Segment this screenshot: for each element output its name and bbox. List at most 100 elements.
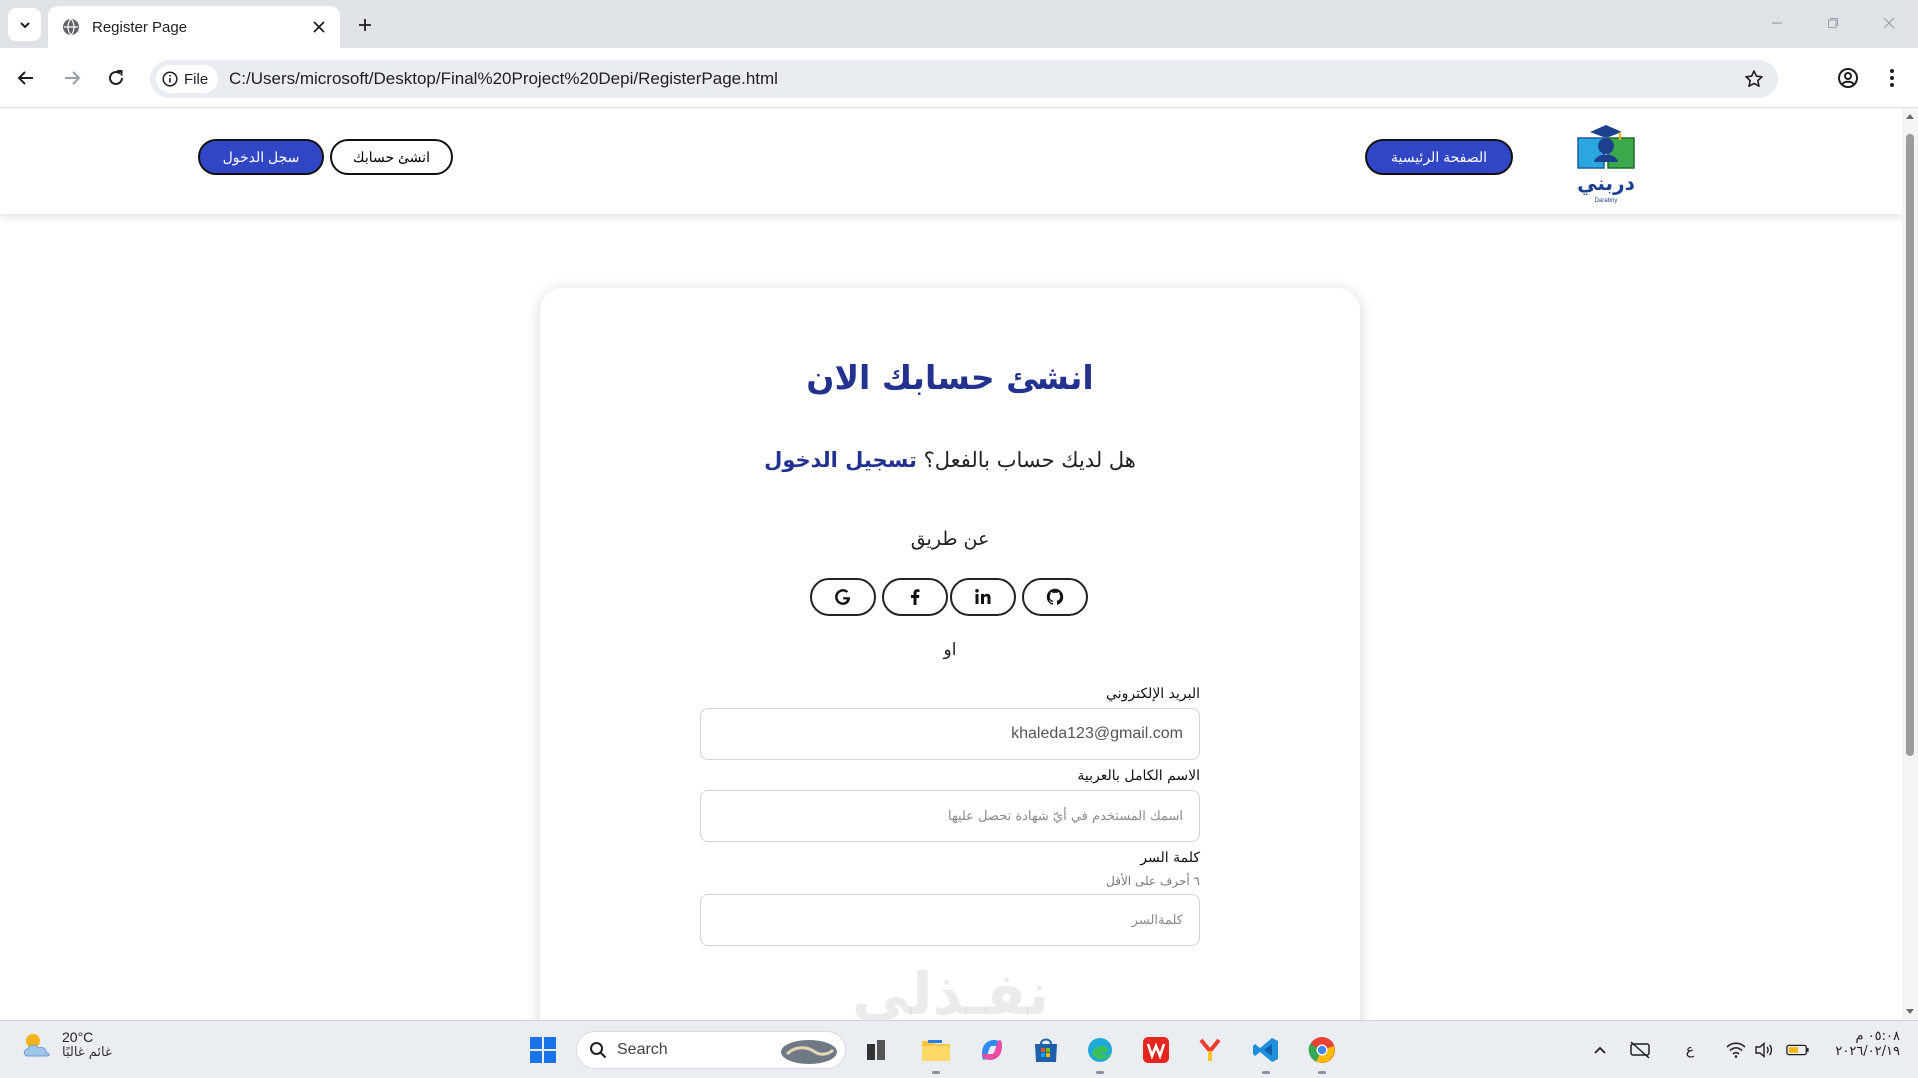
page-viewport: سجل الدخول انشئ حسابك الصفحة الرئيسية در… bbox=[0, 108, 1902, 1020]
site-header: سجل الدخول انشئ حسابك الصفحة الرئيسية در… bbox=[0, 108, 1902, 214]
register-card: انشئ حسابك الان هل لديك حساب بالفعل؟ تسج… bbox=[540, 288, 1360, 1020]
running-indicator bbox=[1318, 1071, 1326, 1074]
tray-battery[interactable] bbox=[1786, 1038, 1810, 1062]
taskbar-game-widget[interactable] bbox=[860, 1032, 896, 1068]
wifi-icon bbox=[1726, 1042, 1746, 1058]
profile-icon bbox=[1838, 68, 1858, 88]
create-account-button[interactable]: انشئ حسابك bbox=[330, 139, 453, 175]
facebook-login-button[interactable] bbox=[882, 578, 948, 616]
vscode-icon bbox=[1253, 1038, 1278, 1062]
forward-arrow-icon bbox=[65, 71, 81, 85]
taskbar-vscode[interactable] bbox=[1248, 1032, 1284, 1074]
google-login-button[interactable] bbox=[810, 578, 876, 616]
browser-tab[interactable]: Register Page bbox=[48, 6, 340, 48]
login-prompt-text: هل لديك حساب بالفعل؟ bbox=[923, 448, 1136, 472]
start-button[interactable] bbox=[525, 1032, 561, 1068]
close-icon bbox=[1883, 17, 1895, 29]
tab-search-button[interactable] bbox=[8, 8, 41, 41]
password-placeholder: كلمةالسر bbox=[1131, 912, 1183, 928]
scroll-down-icon bbox=[1906, 1009, 1914, 1014]
taskbar-chrome[interactable] bbox=[1304, 1032, 1340, 1074]
profile-button[interactable] bbox=[1832, 62, 1864, 94]
password-field[interactable]: كلمةالسر bbox=[700, 894, 1200, 946]
taskbar-wps-office[interactable] bbox=[1138, 1032, 1174, 1068]
fullname-placeholder: اسمك المستخدم في أيّ شهادة تحصل عليها bbox=[948, 808, 1183, 824]
social-login-buttons bbox=[810, 578, 1090, 616]
email-field[interactable]: khaleda123@gmail.com bbox=[700, 708, 1200, 760]
taskbar-edge[interactable] bbox=[1082, 1032, 1118, 1074]
chevron-down-icon bbox=[19, 21, 30, 28]
linkedin-icon bbox=[975, 589, 991, 604]
github-login-button[interactable] bbox=[1022, 578, 1088, 616]
info-icon bbox=[162, 71, 178, 87]
page-scrollbar[interactable] bbox=[1902, 108, 1918, 1020]
chrome-icon bbox=[1308, 1037, 1335, 1063]
clock-time: ٠٥:٠٨ م bbox=[1855, 1029, 1901, 1044]
windows-logo-icon bbox=[530, 1037, 556, 1063]
site-logo[interactable]: دربني Darabny bbox=[1570, 118, 1642, 206]
reload-icon bbox=[109, 70, 123, 85]
linkedin-login-button[interactable] bbox=[950, 578, 1016, 616]
via-label: عن طريق bbox=[910, 528, 990, 550]
bookmark-button[interactable] bbox=[1742, 67, 1766, 91]
globe-icon bbox=[63, 18, 79, 36]
home-button[interactable]: الصفحة الرئيسية bbox=[1365, 139, 1513, 175]
login-prompt: هل لديك حساب بالفعل؟ تسجيل الدخول bbox=[540, 448, 1360, 472]
forward-button[interactable] bbox=[56, 62, 88, 94]
tray-wifi[interactable] bbox=[1724, 1038, 1748, 1062]
or-divider: او bbox=[943, 640, 957, 660]
login-button[interactable]: سجل الدخول bbox=[198, 139, 324, 175]
game-widget-icon bbox=[867, 1040, 885, 1060]
password-hint: ٦ أحرف على الأقل bbox=[1106, 874, 1200, 888]
fullname-field[interactable]: اسمك المستخدم في أيّ شهادة تحصل عليها bbox=[700, 790, 1200, 842]
scroll-up-icon bbox=[1906, 114, 1914, 119]
search-icon bbox=[590, 1042, 607, 1059]
browser-menu-button[interactable] bbox=[1876, 62, 1908, 94]
language-indicator[interactable]: ع bbox=[1678, 1038, 1702, 1062]
search-label: Search bbox=[617, 1041, 668, 1058]
window-close-button[interactable] bbox=[1864, 6, 1914, 40]
logo-subtext: Darabny bbox=[1595, 198, 1618, 204]
taskbar-store[interactable] bbox=[1028, 1032, 1064, 1068]
back-arrow-icon bbox=[17, 71, 33, 85]
logo-text: دربني bbox=[1577, 171, 1635, 196]
running-indicator bbox=[1262, 1071, 1270, 1074]
clock-date: ٢٠٢٦/٠٢/١٩ bbox=[1835, 1044, 1900, 1059]
edge-icon bbox=[1088, 1038, 1112, 1062]
url-text[interactable]: C:/Users/microsoft/Desktop/Final%20Proje… bbox=[229, 69, 778, 89]
login-link[interactable]: تسجيل الدخول bbox=[764, 448, 917, 472]
taskbar-clock[interactable]: ٠٥:٠٨ م ٢٠٢٦/٠٢/١٩ bbox=[1828, 1029, 1900, 1059]
email-value: khaleda123@gmail.com bbox=[1011, 725, 1183, 742]
site-info-chip[interactable]: File bbox=[156, 65, 219, 93]
google-icon bbox=[835, 589, 850, 605]
weather-condition: غائم غالبًا bbox=[62, 1045, 112, 1060]
scroll-down-button[interactable] bbox=[1902, 1004, 1918, 1020]
github-icon bbox=[1046, 588, 1064, 605]
scroll-up-button[interactable] bbox=[1902, 108, 1918, 124]
taskbar-copilot[interactable] bbox=[974, 1032, 1010, 1068]
taskbar-file-explorer[interactable] bbox=[918, 1032, 954, 1074]
address-bar[interactable]: File C:/Users/microsoft/Desktop/Final%20… bbox=[150, 60, 1778, 98]
register-title: انشئ حسابك الان bbox=[806, 358, 1094, 397]
weather-widget[interactable]: 20°C غائم غالبًا bbox=[20, 1029, 112, 1060]
password-label: كلمة السر bbox=[1140, 850, 1200, 866]
search-highlight-image-icon bbox=[781, 1040, 837, 1064]
tray-overflow-button[interactable] bbox=[1588, 1038, 1612, 1062]
restore-button[interactable] bbox=[1808, 6, 1858, 40]
taskbar-yandex[interactable] bbox=[1192, 1032, 1228, 1068]
scrollbar-thumb[interactable] bbox=[1906, 134, 1914, 756]
taskbar-search[interactable]: Search bbox=[576, 1031, 846, 1069]
new-tab-button[interactable] bbox=[350, 10, 380, 40]
battery-icon bbox=[1786, 1044, 1809, 1056]
back-button[interactable] bbox=[10, 62, 42, 94]
running-indicator bbox=[1096, 1071, 1104, 1074]
tab-close-button[interactable] bbox=[308, 16, 330, 38]
star-icon bbox=[1745, 70, 1763, 87]
chevron-up-icon bbox=[1594, 1046, 1606, 1054]
minimize-button[interactable] bbox=[1752, 6, 1802, 40]
reload-button[interactable] bbox=[100, 62, 132, 94]
volume-icon bbox=[1755, 1042, 1773, 1058]
tray-volume[interactable] bbox=[1752, 1038, 1776, 1062]
tray-location[interactable] bbox=[1628, 1038, 1652, 1062]
copilot-icon bbox=[982, 1040, 1002, 1060]
